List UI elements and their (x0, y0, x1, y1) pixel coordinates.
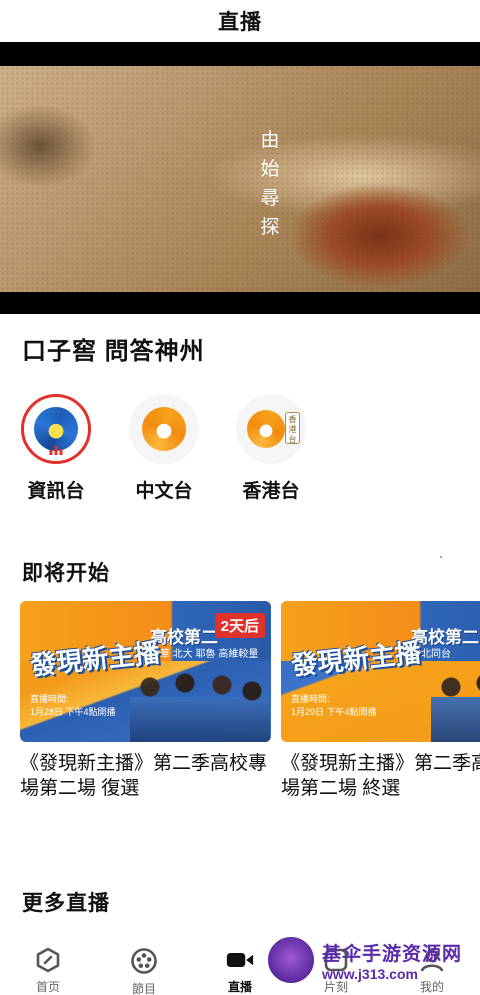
video-player[interactable]: 由始尋探 (0, 42, 480, 314)
video-texture (0, 66, 480, 292)
home-icon (34, 947, 62, 973)
upcoming-section-title: 即将开始 (22, 562, 110, 585)
thumb-people-image (431, 669, 480, 742)
thumb-airtime: 直播時間: 1月28日 下午4點開播 (30, 694, 116, 717)
channel-name: 香港台 (242, 481, 300, 502)
countdown-badge: 2天后 (214, 613, 265, 638)
card-thumbnail[interactable]: 高校第二 清華 北大 耶魯 高維較量 發現新主播 直播時間: 1月28日 下午4… (20, 601, 271, 742)
phoenix-logo-icon (34, 407, 78, 451)
watermark-logo-icon (266, 935, 316, 985)
channel-item-hongkong[interactable]: 香港台 香港台 (226, 394, 316, 503)
more-live-section-title: 更多直播 (22, 892, 110, 915)
video-frame[interactable]: 由始尋探 (0, 66, 480, 292)
program-title: 口子窖 問答神州 (22, 338, 205, 365)
thumb-people-image (130, 669, 270, 742)
page-title: 直播 (218, 11, 262, 34)
channel-logo-info[interactable] (21, 394, 91, 464)
watermark-line2: www.j313.com (322, 965, 418, 982)
thumb-airtime: 直播時間: 1月29日 下午4點開播 (291, 694, 377, 717)
video-overlay-text: 由始尋探 (260, 129, 280, 238)
tab-label: 首页 (35, 980, 60, 994)
tab-programs[interactable]: 節目 (96, 942, 192, 995)
video-camera-icon (226, 947, 254, 973)
channel-item-chinese[interactable]: 中文台 (119, 394, 209, 503)
channel-item-info[interactable]: 資訊台 (11, 394, 101, 503)
card-title[interactable]: 《發現新主播》第二季高校專場第二場 終選 (281, 751, 480, 801)
watermark-text: 基伞手游资源网 www.j313.com (322, 939, 462, 982)
watermark-line1: 基伞手游资源网 (322, 943, 463, 965)
upcoming-carousel[interactable]: 高校第二 清華 北大 耶魯 高維較量 發現新主播 直播時間: 1月28日 下午4… (20, 601, 480, 811)
decorative-dot (440, 556, 442, 558)
tab-label: 直播 (227, 980, 252, 994)
channel-list: 資訊台 中文台 香港台 香港台 (0, 394, 480, 504)
card-title[interactable]: 《發現新主播》第二季高校專場第二場 復選 (20, 751, 271, 801)
channel-logo-hongkong[interactable]: 香港台 (236, 394, 306, 464)
phoenix-logo-icon (247, 410, 285, 448)
channel-name: 中文台 (135, 481, 193, 502)
phoenix-logo-icon (142, 407, 186, 451)
film-reel-icon (130, 947, 158, 975)
hongkong-tag: 香港台 (285, 412, 300, 444)
site-watermark: 基伞手游资源网 www.j313.com (266, 932, 480, 988)
channel-logo-chinese[interactable] (129, 394, 199, 464)
upcoming-card[interactable]: 高校第二 清北同台 發現新主播 直播時間: 1月29日 下午4點開播 《發現新主… (281, 601, 480, 801)
tab-home[interactable]: 首页 (0, 942, 96, 995)
upcoming-card[interactable]: 高校第二 清華 北大 耶魯 高維較量 發現新主播 直播時間: 1月28日 下午4… (20, 601, 271, 801)
thumb-caption: 清華 北大 耶魯 高維較量 (150, 649, 259, 660)
tab-label: 節目 (131, 982, 156, 995)
card-thumbnail[interactable]: 高校第二 清北同台 發現新主播 直播時間: 1月29日 下午4點開播 (281, 601, 480, 742)
top-bar: 直播 (0, 0, 480, 42)
channel-name: 資訊台 (27, 481, 85, 502)
live-indicator-icon (49, 446, 63, 455)
